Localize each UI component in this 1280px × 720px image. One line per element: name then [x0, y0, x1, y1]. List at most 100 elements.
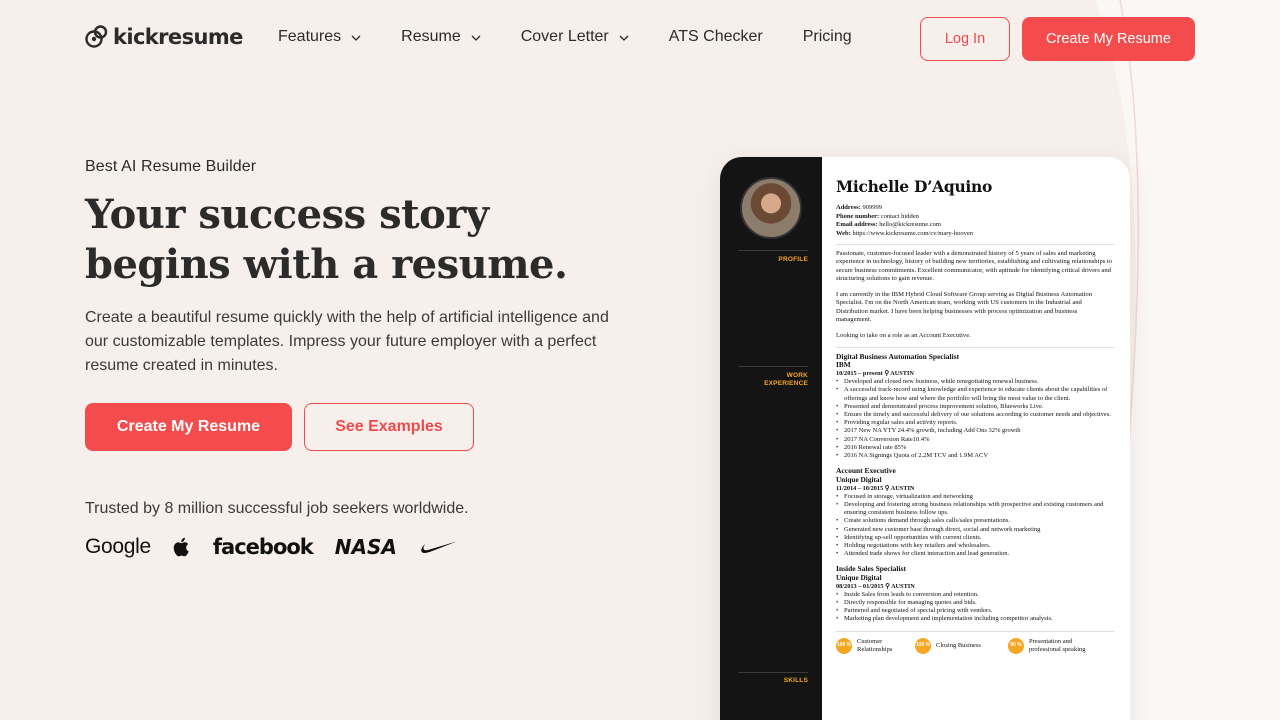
contact-value: hello@kickresume.com	[879, 221, 941, 228]
list-item: A successful track-record using knowledg…	[836, 386, 1114, 402]
resume-contact: Address: 909999 Phone number: contact hi…	[836, 204, 1114, 238]
google-logo: Google	[85, 535, 151, 558]
contact-value: https://www.kickresume.com/cv/mary-hoove…	[852, 229, 973, 237]
logo-wordmark: kickresume	[113, 25, 243, 49]
chevron-down-icon	[619, 35, 629, 41]
list-item: Attended trade shows for client interact…	[836, 550, 1114, 558]
headline-line-2: begins with a resume.	[85, 241, 568, 288]
skill-label: Presentation and professional speaking	[1029, 638, 1086, 653]
list-item: 2017 New NA YTY 24.4% growth, including …	[836, 427, 1114, 435]
divider	[738, 366, 808, 367]
skill-level-badge: 90 %	[1008, 637, 1024, 654]
list-item: Developed and closed new business, while…	[836, 378, 1114, 386]
contact-label: Email address:	[836, 221, 878, 228]
nav-pricing-label: Pricing	[802, 28, 852, 45]
job-bullets: Focused in storage, virtualization and n…	[836, 493, 1114, 559]
nasa-logo: NASA	[334, 535, 397, 559]
job-company: Unique Digital	[836, 572, 882, 582]
nav-features[interactable]: Features	[278, 28, 361, 46]
list-item: Marketing plan development and implement…	[836, 615, 1114, 623]
create-resume-button[interactable]: Create My Resume	[85, 403, 292, 451]
list-item: 2016 NA Signings Quota of 2.2M TCV and 1…	[836, 452, 1114, 460]
brand-logos: Google facebook NASA	[85, 535, 481, 559]
list-item: Inside Sales from leads to conversion an…	[836, 591, 1114, 599]
list-item: Partnered and negotiated of special pric…	[836, 607, 1114, 615]
skill-level-badge: 100 %	[836, 637, 852, 654]
list-item: Developing and fostering strong business…	[836, 501, 1114, 517]
list-item: Holding negotiations with key retailers …	[836, 542, 1114, 550]
resume-preview: PROFILE WORK EXPERIENCE SKILLS Michelle …	[720, 157, 1130, 720]
list-item: Directly responsible for managing quotes…	[836, 599, 1114, 607]
side-label-work: WORK EXPERIENCE	[764, 372, 808, 388]
chevron-down-icon	[471, 35, 481, 41]
profile-paragraph: I am currently in the IBM Hybrid Cloud S…	[836, 291, 1093, 324]
contact-label: Address:	[836, 204, 861, 211]
hero-subtext: Create a beautiful resume quickly with t…	[85, 309, 609, 374]
job-meta: 10/2015 – present ⚲ AUSTIN	[836, 370, 914, 378]
kickresume-logo[interactable]: kickresume	[85, 24, 243, 50]
nav-features-label: Features	[278, 28, 342, 45]
nav-ats-checker[interactable]: ATS Checker	[669, 28, 763, 46]
see-examples-button[interactable]: See Examples	[304, 403, 474, 451]
list-item: Focused in storage, virtualization and n…	[836, 493, 1114, 501]
contact-label: Web:	[836, 229, 851, 237]
list-item: 2016 Renewal rate 85%	[836, 444, 1114, 452]
job-bullets: Inside Sales from leads to conversion an…	[836, 591, 1114, 624]
side-label-work-1: WORK	[786, 372, 808, 379]
skill-label: Closing Business	[936, 641, 981, 649]
list-item: Create solutions demand through sales ca…	[836, 517, 1114, 525]
create-resume-header-button[interactable]: Create My Resume	[1022, 17, 1195, 61]
job-entry: Digital Business Automation Specialist I…	[836, 351, 1114, 460]
facebook-logo: facebook	[212, 535, 314, 559]
list-item: Ensure the timely and successful deliver…	[836, 411, 1114, 419]
nav-cover-letter[interactable]: Cover Letter	[521, 28, 629, 46]
skill-item: 90 % Presentation and professional speak…	[1008, 637, 1093, 654]
side-label-skills: SKILLS	[783, 677, 808, 684]
contact-value: 909999	[862, 204, 882, 211]
list-item: Presented and demonstrated process impro…	[836, 403, 1114, 411]
nike-swoosh-icon	[421, 541, 458, 553]
apple-logo-icon	[173, 537, 189, 557]
divider	[738, 672, 808, 673]
job-company: IBM	[836, 360, 851, 370]
nav-resume-label: Resume	[401, 28, 461, 45]
headline-line-1: Your success story	[85, 191, 489, 238]
skill-item: 100 % Closing Business	[915, 637, 998, 654]
skill-label: Customer Relationships	[857, 638, 893, 653]
list-item: Providing regular sales and activity rep…	[836, 419, 1114, 427]
job-meta: 08/2013 – 01/2015 ⚲ AUSTIN	[836, 582, 915, 590]
divider	[836, 346, 1114, 348]
nav-cover-letter-label: Cover Letter	[520, 28, 609, 45]
divider	[836, 244, 1114, 245]
main-nav: Features Resume Cover Letter ATS Checker…	[278, 28, 892, 46]
login-button[interactable]: Log In	[920, 17, 1010, 61]
side-label-profile: PROFILE	[778, 256, 808, 263]
job-title: Digital Business Automation Specialist	[836, 351, 960, 361]
divider	[738, 250, 808, 251]
trusted-text: Trusted by 8 million successful job seek…	[85, 500, 469, 517]
hero-headline: Your success story begins with a resume.	[85, 190, 568, 290]
job-company: Unique Digital	[836, 474, 882, 484]
chevron-down-icon	[351, 35, 361, 41]
kickresume-logo-icon	[85, 25, 108, 48]
side-label-work-2: EXPERIENCE	[764, 380, 808, 387]
job-meta: 11/2014 – 10/2015 ⚲ AUSTIN	[836, 484, 915, 492]
skill-level-badge: 100 %	[915, 637, 931, 654]
job-bullets: Developed and closed new business, while…	[836, 378, 1114, 460]
profile-photo	[740, 177, 802, 239]
list-item: 2017 NA Conversion Rate10.4%	[836, 436, 1114, 444]
nav-ats-checker-label: ATS Checker	[668, 28, 763, 45]
job-entry: Inside Sales Specialist Unique Digital 0…	[836, 565, 1114, 624]
contact-label: Phone number:	[836, 212, 880, 220]
resume-content: Michelle D’Aquino Address: 909999 Phone …	[836, 177, 1114, 654]
nav-resume[interactable]: Resume	[401, 28, 481, 46]
divider	[836, 630, 1114, 632]
list-item: Generated new customer base through dire…	[836, 526, 1114, 534]
hero-eyebrow: Best AI Resume Builder	[85, 158, 257, 175]
nav-pricing[interactable]: Pricing	[803, 28, 852, 46]
skills-list: 100 % Customer Relationships 100 % Closi…	[836, 637, 1114, 654]
contact-value: contact hidden	[880, 212, 919, 220]
resume-sidebar: PROFILE WORK EXPERIENCE SKILLS	[720, 157, 822, 720]
profile-paragraph: Passionate, customer-focused leader with…	[836, 250, 1113, 282]
site-header: kickresume Features Resume Cover Letter …	[0, 0, 1280, 78]
